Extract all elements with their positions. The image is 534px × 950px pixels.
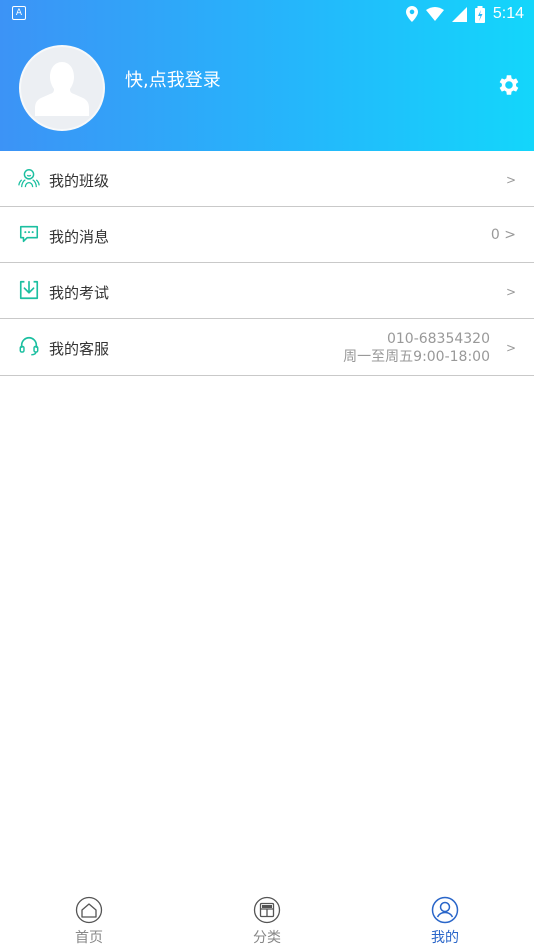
message-count: 0 > xyxy=(490,227,516,243)
avatar[interactable] xyxy=(19,45,105,131)
chevron-right-icon: > xyxy=(505,341,516,355)
support-phone: 010-68354320 xyxy=(386,331,490,347)
status-bar: A 5:14 xyxy=(0,0,534,28)
support-hours: 周一至周五9:00-18:00 xyxy=(343,349,490,365)
bottom-tab-bar: 首页 分类 我的 xyxy=(0,892,534,950)
headset-icon xyxy=(19,336,39,356)
settings-gear-icon[interactable] xyxy=(495,72,521,98)
chevron-right-icon: > xyxy=(505,173,516,187)
menu-label-class: 我的班级 xyxy=(49,172,110,190)
battery-icon xyxy=(474,5,485,23)
menu-item-exam[interactable]: 我的考试 > xyxy=(0,263,534,319)
tab-home[interactable]: 首页 xyxy=(34,892,144,950)
menu-item-messages[interactable]: 我的消息 0 > xyxy=(0,207,534,263)
tab-mine-label: 我的 xyxy=(431,930,459,946)
default-user-icon xyxy=(35,62,89,116)
tab-category[interactable]: 分类 xyxy=(212,892,322,950)
category-grid-icon xyxy=(253,896,281,924)
user-profile-icon xyxy=(431,896,459,924)
status-indicators: 5:14 xyxy=(405,4,524,24)
support-contact: 010-68354320 周一至周五9:00-18:00 xyxy=(343,330,490,366)
profile-header: A 5:14 快,点我登录 xyxy=(0,0,534,151)
menu-item-class[interactable]: 我的班级 > xyxy=(0,151,534,207)
menu-label-exam: 我的考试 xyxy=(49,284,110,302)
notification-icon: A xyxy=(12,6,26,20)
download-box-icon xyxy=(19,280,39,300)
menu-list: 我的班级 > 我的消息 0 > 我的考试 > 我的客服 010-68354320… xyxy=(0,151,534,376)
login-prompt[interactable]: 快,点我登录 xyxy=(125,66,221,92)
wifi-icon xyxy=(425,7,444,21)
chevron-right-icon: > xyxy=(505,285,516,299)
location-icon xyxy=(405,6,418,22)
menu-item-support[interactable]: 我的客服 010-68354320 周一至周五9:00-18:00 > xyxy=(0,319,534,376)
menu-label-support: 我的客服 xyxy=(49,340,110,358)
tab-home-label: 首页 xyxy=(75,930,103,946)
tab-category-label: 分类 xyxy=(253,930,281,946)
menu-label-messages: 我的消息 xyxy=(49,228,110,246)
tab-mine[interactable]: 我的 xyxy=(390,892,500,950)
home-icon xyxy=(75,896,103,924)
clock: 5:14 xyxy=(492,5,524,22)
message-bubble-icon xyxy=(19,225,39,243)
signal-icon xyxy=(451,6,467,22)
class-people-icon xyxy=(18,169,40,188)
